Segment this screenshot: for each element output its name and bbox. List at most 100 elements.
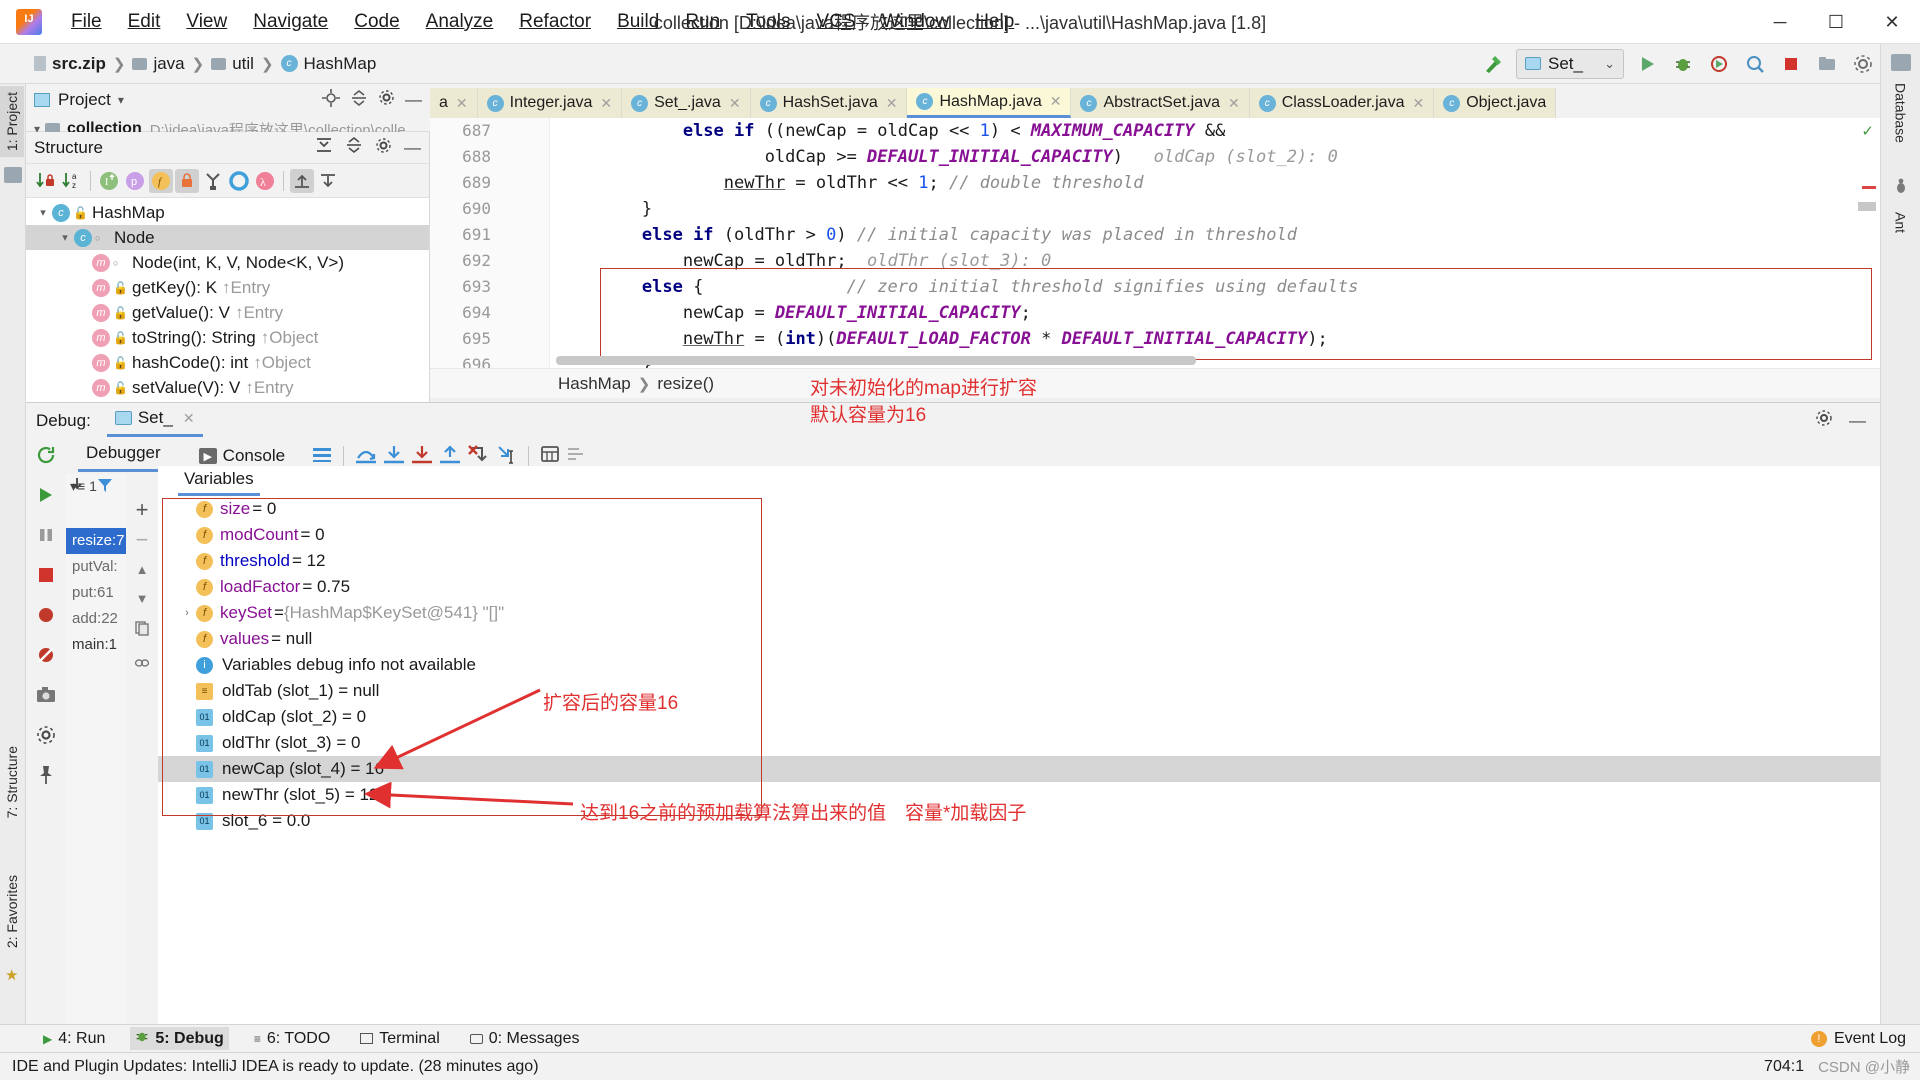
- variables-panel[interactable]: f size = 0 f modCount = 0 f threshold = 12 f lo…: [158, 496, 1880, 1024]
- thread-dump-icon[interactable]: [68, 476, 86, 499]
- debug-session-tab[interactable]: Set_ ✕: [106, 404, 203, 437]
- settings-gear-icon[interactable]: [1850, 51, 1876, 77]
- menu-bar[interactable]: File Edit View Navigate Code Analyze Ref…: [58, 7, 1027, 37]
- project-settings-gear-icon[interactable]: [378, 89, 395, 111]
- scroll-to-source-icon[interactable]: [316, 169, 340, 193]
- menu-analyze[interactable]: Analyze: [413, 7, 507, 37]
- structure-tree[interactable]: ▾ c 🔓 HashMap ▾ c ○ Node m ○ Node(int, K…: [26, 198, 429, 400]
- editor-tab-object[interactable]: c Object.java: [1434, 88, 1557, 118]
- mute-breakpoints-rail-icon[interactable]: [35, 644, 57, 671]
- method-breadcrumb-method[interactable]: resize(): [657, 374, 714, 394]
- close-icon[interactable]: ✕: [729, 95, 741, 112]
- bottom-tab-terminal[interactable]: Terminal: [355, 1028, 444, 1050]
- structure-settings-gear-icon[interactable]: [375, 137, 392, 159]
- code-content[interactable]: else if ((newCap = oldCap << 1) < MAXIMU…: [550, 118, 1880, 368]
- editor-horizontal-scrollbar[interactable]: [556, 356, 1196, 365]
- editor-tab-abstractset[interactable]: c AbstractSet.java ✕: [1071, 88, 1250, 118]
- move-down-icon[interactable]: ▼: [136, 591, 149, 606]
- breadcrumb-item-srczip[interactable]: src.zip: [52, 54, 106, 74]
- caret-position[interactable]: 704:1: [1764, 1058, 1804, 1076]
- frame-item[interactable]: add:22: [66, 606, 128, 632]
- breadcrumb-item-hashmap[interactable]: HashMap: [304, 54, 377, 74]
- bottom-tab-todo[interactable]: ≡ 6: TODO: [249, 1028, 335, 1050]
- bottom-tool-window-bar[interactable]: ▶ 4: Run 5: Debug ≡ 6: TODO Terminal 0: …: [0, 1024, 1920, 1052]
- code-editor[interactable]: 687 688 689 690 691 692 693 694 695 696 …: [430, 118, 1880, 368]
- database-panel-icon[interactable]: [1890, 54, 1911, 71]
- variable-row[interactable]: ≡ oldTab (slot_1) = null: [158, 678, 1880, 704]
- editor-tab-hashset[interactable]: c HashSet.java ✕: [750, 88, 908, 118]
- close-icon[interactable]: ✕: [1412, 95, 1424, 112]
- show-non-public-icon[interactable]: [175, 168, 199, 193]
- structure-node-getvalue[interactable]: m 🔓 getValue(): V ↑Entry: [26, 300, 429, 325]
- chevron-down-icon[interactable]: ⌄: [1604, 56, 1615, 72]
- bottom-tab-messages[interactable]: 0: Messages: [465, 1028, 585, 1050]
- frames-toolbar[interactable]: + − ▲ ▼: [126, 474, 158, 1024]
- menu-vcs[interactable]: VCS: [804, 7, 869, 37]
- inspect-icon[interactable]: [134, 655, 150, 676]
- locate-target-icon[interactable]: [322, 88, 340, 112]
- close-button[interactable]: ✕: [1864, 0, 1920, 44]
- menu-navigate[interactable]: Navigate: [240, 7, 341, 37]
- menu-tools[interactable]: Tools: [733, 7, 803, 37]
- frame-item[interactable]: put:61: [66, 580, 128, 606]
- menu-edit[interactable]: Edit: [115, 7, 174, 37]
- structure-collapse-all-icon[interactable]: [345, 136, 363, 159]
- pin-tab-icon[interactable]: [35, 764, 57, 791]
- variables-list[interactable]: f size = 0 f modCount = 0 f threshold = 12 f lo…: [158, 496, 1880, 834]
- console-tab[interactable]: ▶ Console: [191, 444, 293, 468]
- tool-tab-database[interactable]: Database: [1891, 77, 1911, 149]
- menu-build[interactable]: Build: [604, 7, 672, 37]
- project-panel-chevron-down-icon[interactable]: ▾: [118, 93, 124, 107]
- project-structure-icon[interactable]: [1814, 51, 1840, 77]
- hide-project-panel-icon[interactable]: —: [405, 90, 422, 110]
- screenshot-icon[interactable]: [35, 684, 57, 711]
- filter-frames-icon[interactable]: [96, 476, 114, 499]
- variable-row[interactable]: i Variables debug info not available: [158, 652, 1880, 678]
- debug-button[interactable]: [1670, 51, 1696, 77]
- bottom-tab-debug[interactable]: 5: Debug: [130, 1027, 229, 1050]
- menu-run[interactable]: Run: [672, 7, 733, 37]
- structure-node-node-ctor[interactable]: m ○ Node(int, K, V, Node<K, V>): [26, 250, 429, 275]
- variable-row[interactable]: 01 oldCap (slot_2) = 0: [158, 704, 1880, 730]
- bottom-tab-run[interactable]: ▶ 4: Run: [38, 1028, 110, 1050]
- close-icon[interactable]: ✕: [1228, 95, 1240, 112]
- stop-button[interactable]: [1778, 51, 1804, 77]
- structure-node-node[interactable]: ▾ c ○ Node: [26, 225, 429, 250]
- breadcrumb-item-java[interactable]: java: [153, 54, 184, 74]
- editor-tab-hashmap[interactable]: c HashMap.java ✕: [907, 88, 1072, 118]
- view-breakpoints-icon[interactable]: [35, 604, 57, 631]
- editor-method-breadcrumb[interactable]: HashMap ❯ resize(): [430, 368, 1880, 398]
- tool-tab-favorites[interactable]: 2: Favorites: [0, 869, 24, 954]
- frames-filter-row[interactable]: [68, 476, 114, 499]
- tool-tab-ant[interactable]: Ant: [1891, 206, 1911, 239]
- evaluate-expression-icon[interactable]: [539, 444, 561, 469]
- debug-action-rail[interactable]: [26, 438, 66, 1024]
- hide-debug-panel-icon[interactable]: —: [1849, 411, 1866, 431]
- stop-program-icon[interactable]: [35, 564, 57, 591]
- editor-tab-classloader[interactable]: c ClassLoader.java ✕: [1249, 88, 1435, 118]
- scroll-thumb-mark[interactable]: [1858, 202, 1876, 211]
- variable-row[interactable]: f loadFactor = 0.75: [158, 574, 1880, 600]
- variables-tab-bar[interactable]: Variables: [158, 466, 1880, 496]
- frame-item[interactable]: resize:7: [66, 528, 128, 554]
- profile-button[interactable]: [1742, 51, 1768, 77]
- event-log-button[interactable]: ! Event Log: [1810, 1030, 1906, 1048]
- frame-item[interactable]: main:1: [66, 632, 128, 658]
- structure-node-chevron-icon[interactable]: ▾: [56, 231, 74, 244]
- resume-program-icon[interactable]: [35, 484, 57, 511]
- mute-breakpoints-icon[interactable]: [565, 444, 587, 469]
- structure-node-hashmap[interactable]: ▾ c 🔓 HashMap: [26, 200, 429, 225]
- editor-tab-set[interactable]: c Set_.java ✕: [622, 88, 751, 118]
- menu-view[interactable]: View: [173, 7, 240, 37]
- collapse-all-icon[interactable]: [350, 89, 368, 112]
- variable-row[interactable]: 01 newCap (slot_4) = 16: [158, 756, 1880, 782]
- favorites-star-icon[interactable]: ★: [5, 966, 18, 984]
- debug-settings-gear-icon[interactable]: [1815, 409, 1833, 432]
- expand-all-icon[interactable]: [315, 136, 333, 159]
- show-inherited-icon[interactable]: I: [97, 169, 121, 193]
- error-stripe-mark[interactable]: [1862, 186, 1876, 189]
- remove-watch-icon[interactable]: −: [136, 529, 149, 551]
- menu-refactor[interactable]: Refactor: [506, 7, 604, 37]
- add-watch-icon[interactable]: +: [136, 499, 149, 521]
- layout-settings-icon[interactable]: [311, 444, 333, 469]
